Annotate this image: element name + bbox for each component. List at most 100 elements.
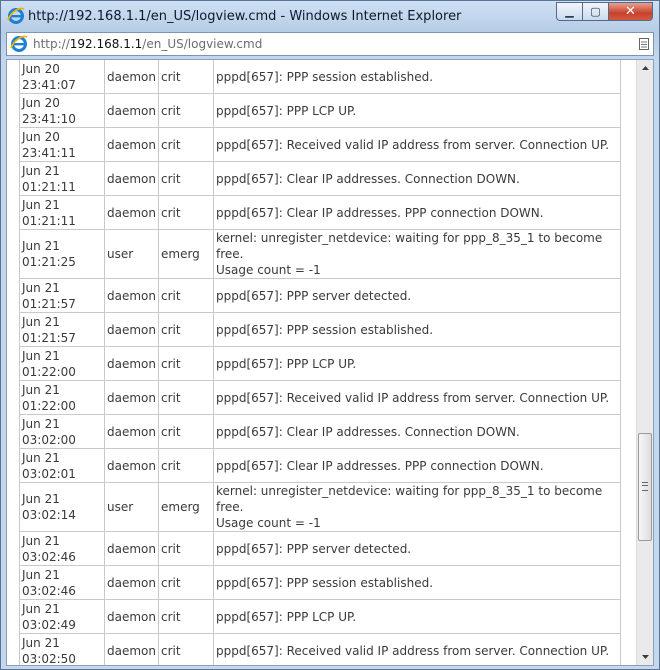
scroll-up-button[interactable] [637, 60, 653, 76]
log-time: 23:41:10 [22, 111, 76, 126]
log-datetime-cell: Jun 21 01:21:57 [19, 279, 104, 313]
url-host: 192.168.1.1 [69, 37, 143, 51]
log-time: 01:22:00 [22, 364, 76, 379]
log-row: Jun 21 01:21:25 user emerg kernel: unregiste… [19, 230, 621, 279]
log-row: Jun 21 01:21:57 daemon crit pppd[657]: PPP s… [19, 279, 621, 313]
log-datetime-cell: Jun 21 03:02:14 [19, 483, 104, 532]
log-severity: emerg [158, 230, 213, 279]
log-row: Jun 20 23:41:11 daemon crit pppd[657]: Recei… [19, 128, 621, 162]
log-message-cell: pppd[657]: PPP server detected. [213, 532, 621, 566]
log-message: pppd[657]: Clear IP addresses. PPP conne… [216, 458, 544, 473]
log-row: Jun 21 03:02:00 daemon crit pppd[657]: Clear… [19, 415, 621, 449]
page-content: Jun 20 23:41:07 daemon crit pppd[657]: PPP s… [6, 59, 654, 666]
log-message-cell: pppd[657]: Clear IP addresses. Connectio… [213, 415, 621, 449]
log-date: Jun 21 [22, 492, 60, 506]
log-severity: crit [158, 634, 213, 665]
window-title: http://192.168.1.1/en_US/logview.cmd - W… [28, 9, 462, 24]
scroll-grip-icon [642, 482, 648, 491]
maximize-button[interactable]: ▢ [583, 2, 609, 21]
log-severity: crit [158, 313, 213, 347]
log-message-continuation: Usage count = -1 [216, 263, 321, 277]
log-message-continuation: Usage count = -1 [216, 516, 321, 530]
log-datetime-cell: Jun 21 01:22:00 [19, 347, 104, 381]
log-date: Jun 21 [22, 314, 60, 329]
log-datetime-cell: Jun 21 01:21:25 [19, 230, 104, 279]
log-date: Jun 20 [22, 129, 60, 144]
scroll-down-button[interactable] [637, 649, 653, 665]
log-date: Jun 21 [22, 635, 60, 650]
log-date: Jun 21 [22, 450, 60, 465]
log-time: 23:41:11 [22, 145, 76, 160]
scroll-thumb[interactable] [638, 433, 652, 541]
browser-window: http://192.168.1.1/en_US/logview.cmd - W… [0, 0, 660, 670]
log-message: pppd[657]: PPP session established. [216, 575, 434, 590]
log-message-cell: kernel: unregister_netdevice: waiting fo… [213, 230, 621, 279]
close-button[interactable]: ✕ [609, 2, 653, 21]
log-message-cell: pppd[657]: Clear IP addresses. PPP conne… [213, 196, 621, 230]
log-severity: crit [158, 566, 213, 600]
log-message-cell: pppd[657]: PPP LCP UP. [213, 347, 621, 381]
title-bar[interactable]: http://192.168.1.1/en_US/logview.cmd - W… [1, 1, 659, 31]
log-table-area: Jun 20 23:41:07 daemon crit pppd[657]: PPP s… [19, 60, 621, 665]
log-row: Jun 20 23:41:07 daemon crit pppd[657]: PPP s… [19, 60, 621, 94]
log-message-cell: pppd[657]: Received valid IP address fro… [213, 381, 621, 415]
log-facility: daemon [104, 532, 158, 566]
log-facility: daemon [104, 600, 158, 634]
log-row: Jun 21 03:02:46 daemon crit pppd[657]: PPP s… [19, 566, 621, 600]
log-message: pppd[657]: PPP server detected. [216, 541, 412, 556]
log-facility: daemon [104, 162, 158, 196]
log-time: 01:21:11 [22, 179, 76, 194]
log-date: Jun 20 [22, 61, 60, 76]
log-facility: daemon [104, 347, 158, 381]
log-row: Jun 21 03:02:01 daemon crit pppd[657]: Clear… [19, 449, 621, 483]
log-facility: user [104, 230, 158, 279]
log-row: Jun 21 01:22:00 daemon crit pppd[657]: PPP L… [19, 347, 621, 381]
log-facility: daemon [104, 415, 158, 449]
log-severity: emerg [158, 483, 213, 532]
log-facility: daemon [104, 128, 158, 162]
log-table-body: Jun 20 23:41:07 daemon crit pppd[657]: PPP s… [19, 60, 621, 665]
vertical-scrollbar[interactable] [636, 60, 653, 665]
log-message-cell: pppd[657]: PPP session established. [213, 313, 621, 347]
log-facility: daemon [104, 381, 158, 415]
log-time: 03:02:01 [22, 466, 76, 481]
log-datetime-cell: Jun 21 03:02:46 [19, 532, 104, 566]
log-datetime-cell: Jun 20 23:41:10 [19, 94, 104, 128]
internet-explorer-icon [7, 7, 25, 24]
log-severity: crit [158, 162, 213, 196]
log-time: 03:02:14 [22, 508, 76, 522]
caption-buttons: ▁ ▢ ✕ [556, 2, 653, 22]
log-message: pppd[657]: Received valid IP address fro… [216, 137, 610, 152]
address-bar[interactable]: http://192.168.1.1/en_US/logview.cmd [6, 32, 654, 56]
log-date: Jun 20 [22, 95, 60, 110]
log-severity: crit [158, 94, 213, 128]
log-severity: crit [158, 60, 213, 94]
address-url[interactable]: http://192.168.1.1/en_US/logview.cmd [33, 37, 262, 51]
log-time: 01:21:57 [22, 296, 76, 311]
log-message-cell: pppd[657]: Clear IP addresses. PPP conne… [213, 449, 621, 483]
log-message: pppd[657]: PPP server detected. [216, 288, 412, 303]
log-time: 01:21:25 [22, 255, 76, 269]
minimize-button[interactable]: ▁ [556, 2, 583, 21]
chevron-down-icon [641, 655, 649, 659]
log-datetime-cell: Jun 21 03:02:50 [19, 634, 104, 665]
log-message: pppd[657]: PPP session established. [216, 322, 434, 337]
log-facility: daemon [104, 196, 158, 230]
log-severity: crit [158, 532, 213, 566]
log-message: pppd[657]: PPP LCP UP. [216, 609, 357, 624]
log-row: Jun 21 01:21:57 daemon crit pppd[657]: PPP s… [19, 313, 621, 347]
log-row: Jun 21 03:02:14 user emerg kernel: unregiste… [19, 483, 621, 532]
log-row: Jun 21 03:02:49 daemon crit pppd[657]: PPP L… [19, 600, 621, 634]
log-datetime-cell: Jun 21 01:21:11 [19, 196, 104, 230]
log-time: 03:02:00 [22, 432, 76, 447]
chevron-up-icon [641, 66, 649, 70]
log-facility: user [104, 483, 158, 532]
log-date: Jun 21 [22, 280, 60, 295]
log-date: Jun 21 [22, 239, 60, 253]
log-row: Jun 21 01:21:11 daemon crit pppd[657]: Clear… [19, 196, 621, 230]
log-date: Jun 21 [22, 533, 60, 548]
log-date: Jun 21 [22, 416, 60, 431]
log-message-cell: pppd[657]: PPP server detected. [213, 279, 621, 313]
log-datetime-cell: Jun 20 23:41:11 [19, 128, 104, 162]
log-datetime-cell: Jun 21 01:21:11 [19, 162, 104, 196]
